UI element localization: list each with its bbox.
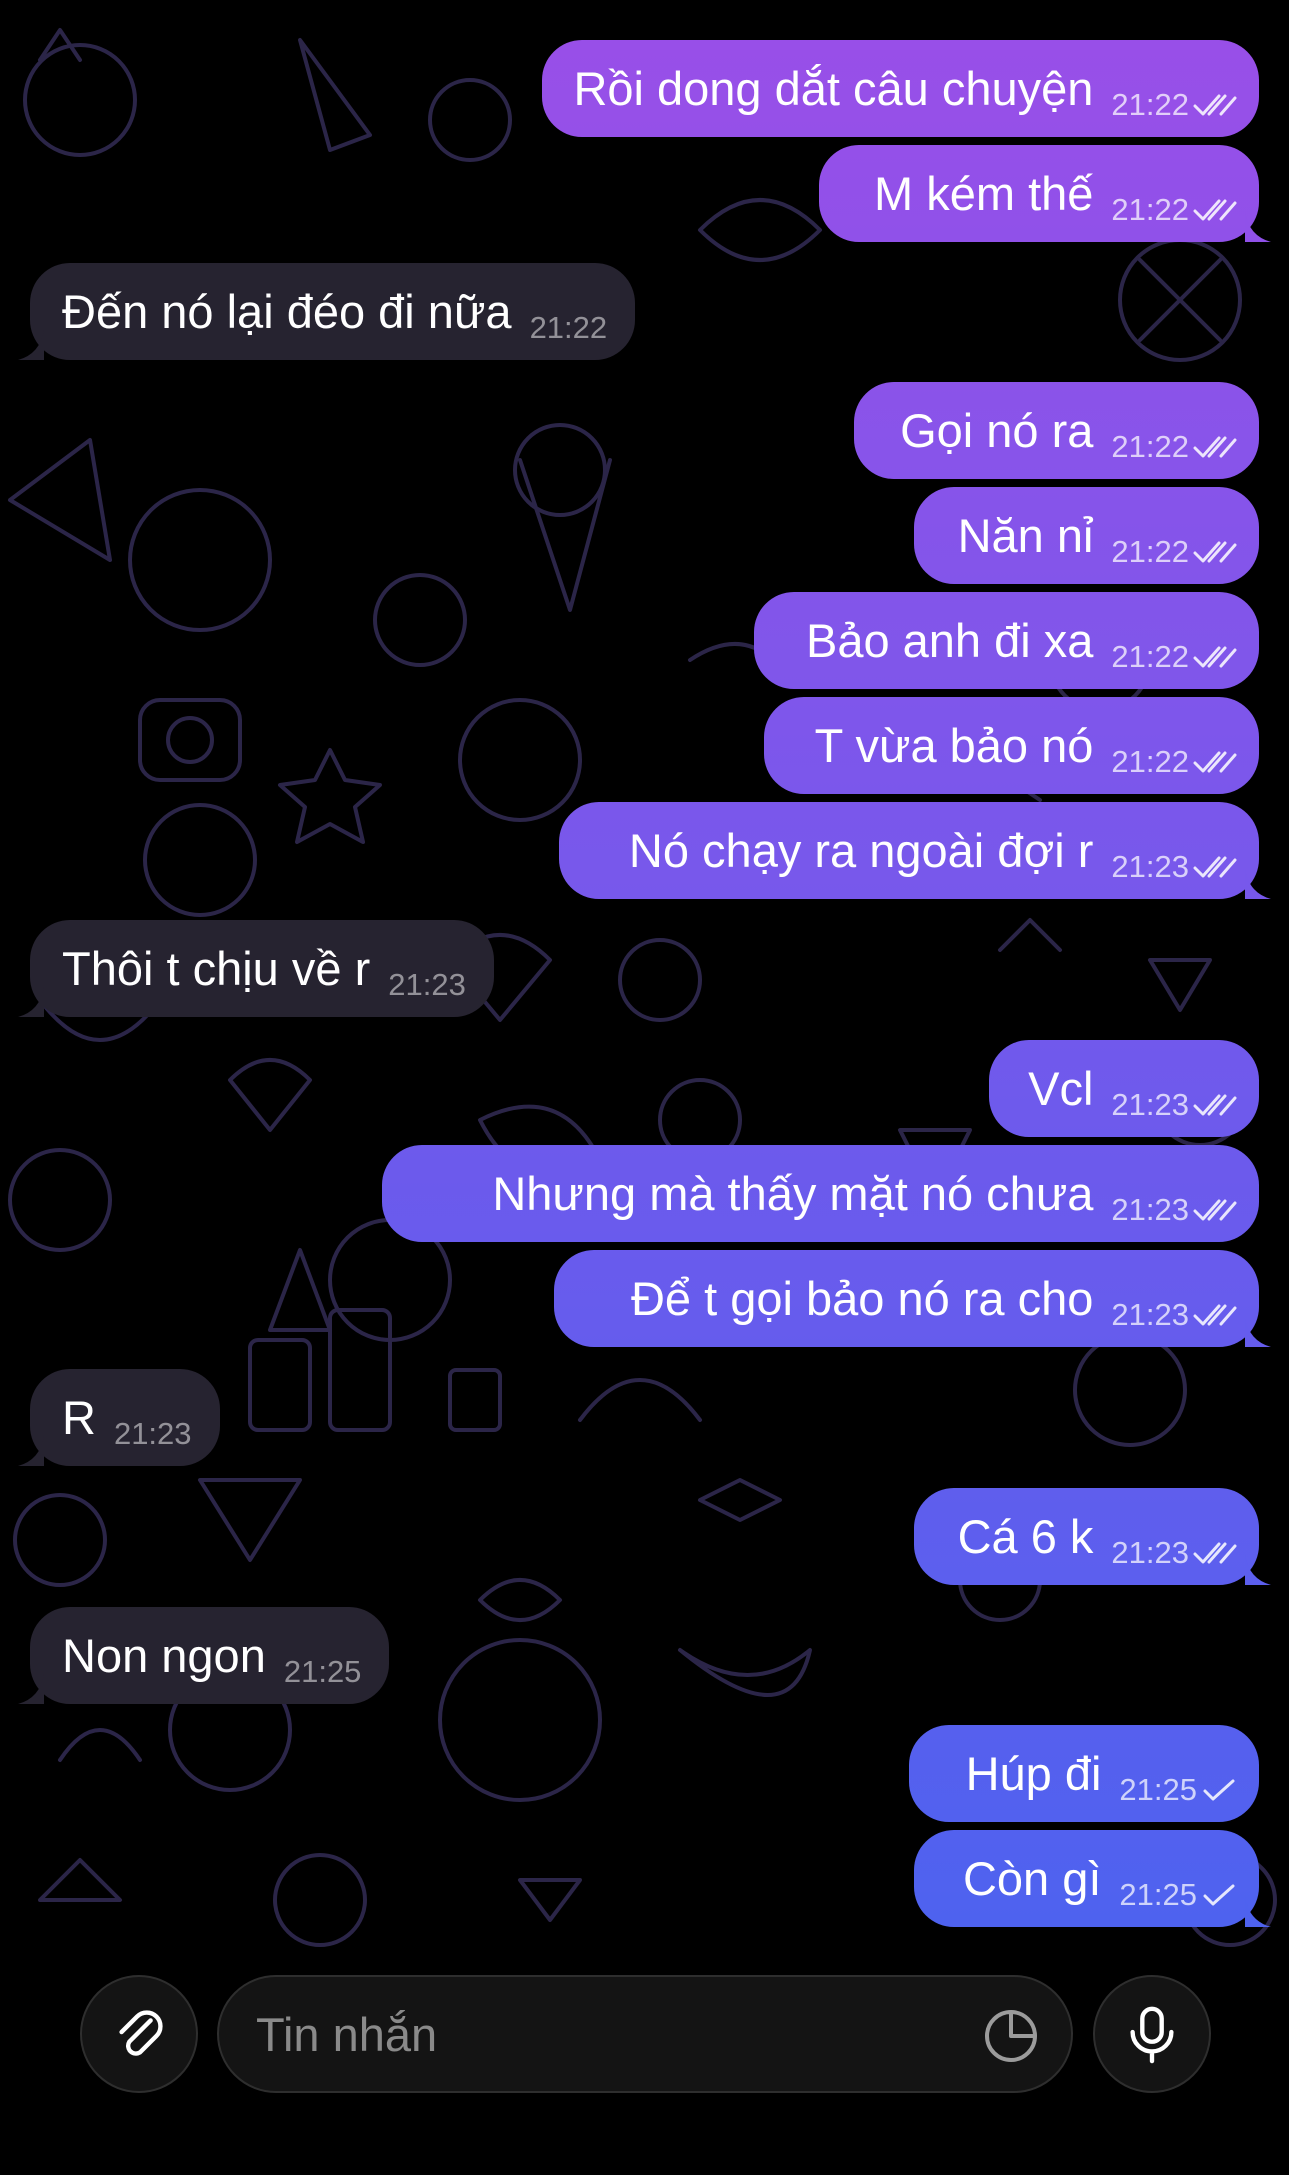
message-text: Non ngon <box>62 1629 266 1682</box>
message-time: 21:25 <box>283 1653 362 1689</box>
message-meta: 21:23 <box>1111 1087 1237 1123</box>
message-meta: 21:23 <box>1111 1535 1237 1571</box>
message-time: 21:23 <box>1111 1086 1189 1122</box>
message-meta: 21:25 <box>1119 1772 1237 1808</box>
double-check-icon <box>1193 646 1237 667</box>
double-check-icon <box>1193 541 1237 562</box>
message-time: 21:25 <box>1119 1771 1197 1807</box>
double-check-icon <box>1193 856 1237 877</box>
message-time: 21:23 <box>1111 1191 1189 1227</box>
outgoing-message[interactable]: Còn gì 21:25 <box>914 1830 1271 1927</box>
incoming-message[interactable]: R 21:23 <box>18 1369 220 1466</box>
message-text: Để t gọi bảo nó ra cho <box>630 1272 1094 1325</box>
message-composer <box>0 1955 1289 2175</box>
message-text: Rồi dong dắt câu chuyện <box>573 62 1094 115</box>
incoming-message[interactable]: Đến nó lại đéo đi nữa 21:22 <box>18 263 636 360</box>
outgoing-message[interactable]: Bảo anh đi xa 21:22 <box>754 592 1259 689</box>
message-text: Húp đi <box>965 1747 1102 1800</box>
outgoing-message[interactable]: T vừa bảo nó 21:22 <box>764 697 1259 794</box>
outgoing-message[interactable]: Gọi nó ra 21:22 <box>854 382 1259 479</box>
bubble-tail <box>1245 212 1271 242</box>
message-time: 21:22 <box>1111 743 1189 779</box>
outgoing-message[interactable]: Năn nỉ 21:22 <box>914 487 1259 584</box>
check-icon <box>1203 1779 1235 1800</box>
message-meta: 21:22 <box>1111 534 1237 570</box>
message-time: 21:23 <box>113 1415 192 1451</box>
message-text: R <box>62 1391 96 1444</box>
message-text: Năn nỉ <box>957 509 1094 562</box>
message-meta: 21:22 <box>1111 639 1237 675</box>
message-text: Nó chạy ra ngoài đợi r <box>628 824 1094 877</box>
message-text: Đến nó lại đéo đi nữa <box>62 285 512 338</box>
message-meta: 21:22 <box>1111 192 1237 228</box>
double-check-icon <box>1193 199 1237 220</box>
message-time: 21:25 <box>1119 1876 1197 1912</box>
outgoing-message[interactable]: Húp đi 21:25 <box>909 1725 1259 1822</box>
bubble-tail <box>18 1436 44 1466</box>
message-text: Cá 6 k <box>957 1510 1094 1563</box>
message-time: 21:22 <box>1111 428 1189 464</box>
outgoing-message[interactable]: Nó chạy ra ngoài đợi r 21:23 <box>559 802 1271 899</box>
check-icon <box>1203 1884 1235 1905</box>
message-time: 21:22 <box>1111 191 1189 227</box>
outgoing-message[interactable]: Rồi dong dắt câu chuyện 21:22 <box>542 40 1259 137</box>
outgoing-message[interactable]: Nhưng mà thấy mặt nó chưa 21:23 <box>382 1145 1259 1242</box>
message-time: 21:22 <box>1111 86 1189 122</box>
double-check-icon <box>1193 751 1237 772</box>
incoming-message[interactable]: Non ngon 21:25 <box>18 1607 390 1704</box>
message-meta: 21:22 <box>1111 744 1237 780</box>
message-time: 21:23 <box>1111 1296 1189 1332</box>
bubble-tail <box>1245 1555 1271 1585</box>
bubble-tail <box>18 330 44 360</box>
message-input-container[interactable] <box>217 1975 1073 2093</box>
outgoing-message[interactable]: Cá 6 k 21:23 <box>914 1488 1271 1585</box>
message-time: 21:22 <box>1111 638 1189 674</box>
message-text: Bảo anh đi xa <box>805 614 1094 667</box>
bubble-tail <box>18 1674 44 1704</box>
message-text: Vcl <box>1028 1062 1094 1115</box>
outgoing-message[interactable]: Vcl 21:23 <box>989 1040 1259 1137</box>
microphone-icon <box>1130 2006 1174 2064</box>
bubble-tail <box>18 987 44 1017</box>
message-meta: 21:23 <box>1111 1297 1237 1333</box>
message-meta: 21:22 <box>530 310 608 346</box>
message-text: Nhưng mà thấy mặt nó chưa <box>492 1167 1094 1220</box>
sticker-icon[interactable] <box>981 2006 1041 2066</box>
message-meta: 21:25 <box>1119 1877 1237 1913</box>
double-check-icon <box>1193 94 1237 115</box>
message-text: Gọi nó ra <box>900 404 1094 457</box>
double-check-icon <box>1193 1199 1237 1220</box>
message-text: T vừa bảo nó <box>814 719 1094 772</box>
bubble-tail <box>1245 1317 1271 1347</box>
message-time: 21:23 <box>388 966 466 1002</box>
message-meta: 21:23 <box>1111 849 1237 885</box>
double-check-icon <box>1193 1304 1237 1325</box>
message-text: M kém thế <box>874 167 1094 220</box>
attach-button[interactable] <box>80 1975 198 2093</box>
message-input[interactable] <box>254 2005 958 2063</box>
bubble-tail <box>1245 1897 1271 1927</box>
incoming-message[interactable]: Thôi t chịu về r 21:23 <box>18 920 494 1017</box>
message-time: 21:22 <box>529 309 608 345</box>
message-text: Còn gì <box>962 1852 1102 1905</box>
paperclip-icon <box>119 2010 163 2056</box>
message-meta: 21:23 <box>1111 1192 1237 1228</box>
mic-button[interactable] <box>1093 1975 1211 2093</box>
message-meta: 21:23 <box>114 1416 192 1452</box>
message-meta: 21:22 <box>1111 87 1237 123</box>
message-meta: 21:25 <box>284 1654 362 1690</box>
message-text: Thôi t chịu về r <box>62 942 371 995</box>
message-time: 21:23 <box>1111 848 1189 884</box>
message-time: 21:22 <box>1111 533 1189 569</box>
message-meta: 21:23 <box>388 967 466 1003</box>
message-time: 21:23 <box>1111 1534 1189 1570</box>
message-meta: 21:22 <box>1111 429 1237 465</box>
double-check-icon <box>1193 1542 1237 1563</box>
double-check-icon <box>1193 436 1237 457</box>
bubble-tail <box>1245 869 1271 899</box>
double-check-icon <box>1193 1094 1237 1115</box>
outgoing-message[interactable]: M kém thế 21:22 <box>819 145 1271 242</box>
outgoing-message[interactable]: Để t gọi bảo nó ra cho 21:23 <box>554 1250 1271 1347</box>
